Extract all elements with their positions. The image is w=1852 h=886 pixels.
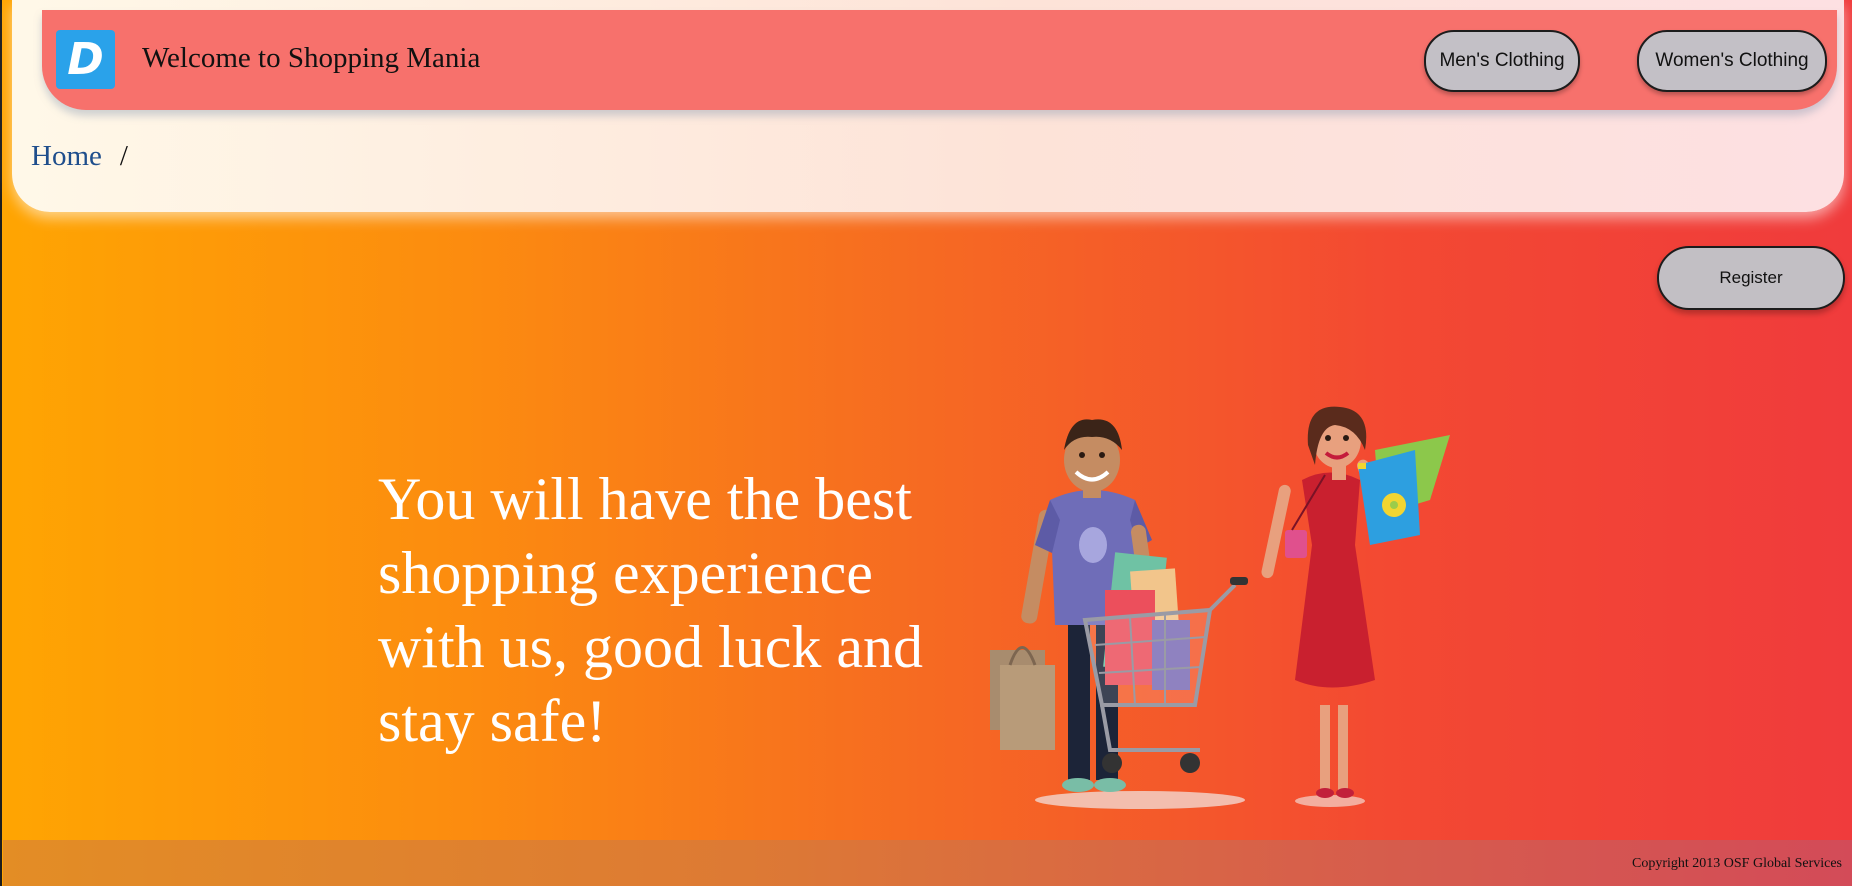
window-left-edge	[0, 0, 2, 886]
hero-tagline: You will have the best shopping experien…	[378, 466, 923, 754]
header-panel: D Welcome to Shopping Mania Men's Clothi…	[12, 0, 1844, 212]
breadcrumb-home-link[interactable]: Home	[31, 140, 102, 173]
shopping-couple-illustration	[990, 406, 1450, 809]
logo-letter: D	[67, 34, 104, 85]
woman-figure	[1261, 406, 1450, 798]
womens-clothing-button[interactable]: Women's Clothing	[1637, 30, 1827, 92]
footer: Copyright 2013 OSF Global Services	[3, 840, 1852, 886]
register-button[interactable]: Register	[1657, 246, 1845, 310]
site-title: Welcome to Shopping Mania	[142, 42, 481, 74]
mens-clothing-button[interactable]: Men's Clothing	[1424, 30, 1580, 92]
breadcrumb: Home /	[31, 140, 128, 173]
breadcrumb-separator: /	[119, 140, 128, 172]
copyright-text: Copyright 2013 OSF Global Services	[1632, 856, 1842, 871]
d-logo-icon[interactable]: D	[56, 30, 115, 89]
navbar: D Welcome to Shopping Mania Men's Clothi…	[42, 10, 1837, 110]
